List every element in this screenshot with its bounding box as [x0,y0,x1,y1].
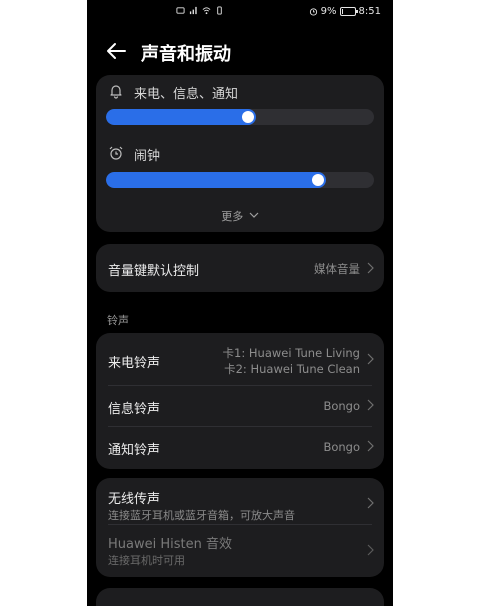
status-time: 8:51 [358,6,381,17]
chevron-right-icon [367,262,374,274]
call-ringtone-label: 来电铃声 [108,356,161,371]
battery-icon [339,7,358,16]
wireless-sound-row[interactable]: 无线传声 连接蓝牙耳机或蓝牙音箱，可放大声音 [96,478,384,524]
alarm-volume-slider[interactable] [106,172,374,188]
histen-subtitle: 连接耳机时可用 [108,554,185,567]
notification-ringtone-row[interactable]: 通知铃声 Bongo [96,427,384,469]
call-ringtone-sim2: 卡2: Huawei Tune Clean [224,362,360,376]
ring-volume-knob[interactable] [242,111,254,123]
wireless-card: 无线传声 连接蓝牙耳机或蓝牙音箱，可放大声音 Huawei Histen 音效 … [96,478,384,577]
sim-icon [176,7,185,14]
wireless-sound-title: 无线传声 [108,492,161,507]
status-bar: 9% 8:51 [87,0,393,26]
vibrate-icon [217,6,222,15]
histen-row[interactable]: Huawei Histen 音效 连接耳机时可用 [96,525,384,577]
chevron-right-icon [367,353,374,365]
chevron-right-icon [367,497,374,509]
battery-fill [341,9,343,14]
notification-ringtone-value: Bongo [323,440,360,454]
more-button[interactable]: 更多 [96,208,384,224]
histen-title: Huawei Histen 音效 [108,537,232,552]
message-ringtone-row[interactable]: 信息铃声 Bongo [96,386,384,426]
more-label: 更多 [221,210,244,223]
call-ringtone-value: 卡1: Huawei Tune Living 卡2: Huawei Tune C… [223,345,360,377]
chevron-right-icon [367,440,374,452]
ring-volume-label: 来电、信息、通知 [134,87,239,102]
status-icons [176,6,224,15]
alarm-volume-fill [106,172,326,188]
status-right: 9% 8:51 [309,6,381,17]
volume-key-label: 音量键默认控制 [108,264,200,279]
message-ringtone-label: 信息铃声 [108,402,161,417]
ring-volume-slider[interactable] [106,109,374,125]
notification-ringtone-label: 通知铃声 [108,443,161,458]
header: 声音和振动 [87,32,393,72]
volume-key-row[interactable]: 音量键默认控制 媒体音量 [96,244,384,292]
wifi-icon [202,7,211,15]
ringtone-card: 来电铃声 卡1: Huawei Tune Living 卡2: Huawei T… [96,333,384,469]
bell-icon [110,85,122,99]
phone-screen: 9% 8:51 声音和振动 来电、信息、通知 闹钟 更多 音量键默认控制 媒体音… [87,0,393,606]
chevron-down-icon [249,212,259,218]
alarm-status-icon [309,8,317,16]
ring-volume-fill [106,109,256,125]
signal-icon [189,6,197,15]
alarm-volume-knob[interactable] [312,174,324,186]
next-card [96,588,384,606]
ringtone-section-label: 铃声 [107,314,129,327]
alarm-clock-icon [109,146,123,160]
call-ringtone-sim1: 卡1: Huawei Tune Living [222,346,360,360]
wireless-sound-subtitle: 连接蓝牙耳机或蓝牙音箱，可放大声音 [108,509,295,522]
chevron-right-icon [367,544,374,556]
call-ringtone-row[interactable]: 来电铃声 卡1: Huawei Tune Living 卡2: Huawei T… [96,333,384,385]
message-ringtone-value: Bongo [323,399,360,413]
back-arrow-icon[interactable] [105,40,127,62]
page-title: 声音和振动 [141,44,231,65]
alarm-volume-label: 闹钟 [134,149,161,164]
chevron-right-icon [367,399,374,411]
volume-card: 来电、信息、通知 闹钟 更多 [96,75,384,232]
battery-percent: 9% [320,6,337,17]
volume-key-value: 媒体音量 [314,262,360,276]
